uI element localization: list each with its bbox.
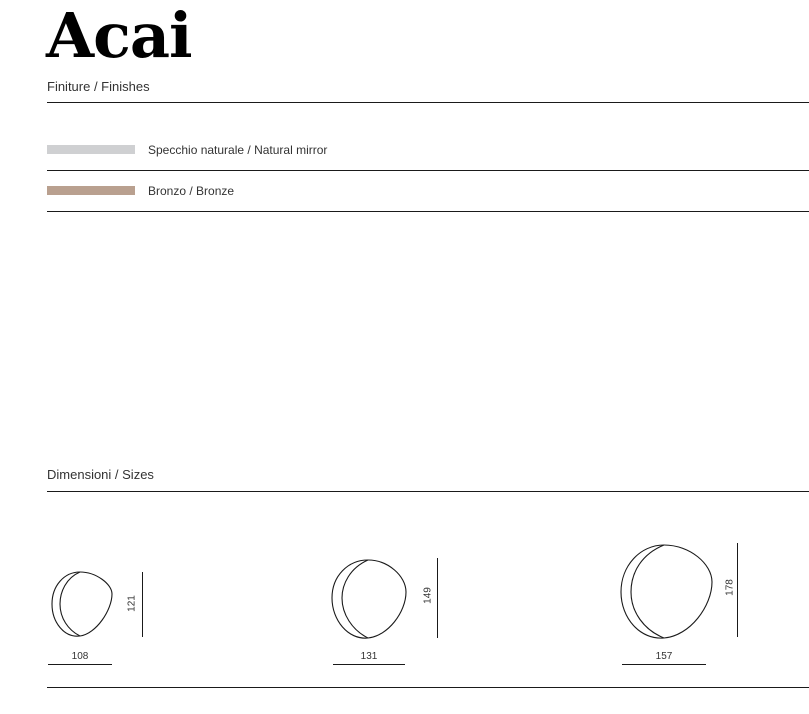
width-value: 108 <box>71 651 89 662</box>
mirror-shape-large <box>620 544 713 639</box>
finish-divider <box>47 211 809 212</box>
sizes-heading: Dimensioni / Sizes <box>47 467 154 482</box>
width-line <box>48 664 112 665</box>
height-value: 178 <box>724 579 736 596</box>
finish-divider <box>47 170 809 171</box>
width-value: 157 <box>655 651 673 662</box>
finishes-heading: Finiture / Finishes <box>47 79 150 94</box>
height-line <box>437 558 438 638</box>
width-value: 131 <box>360 651 378 662</box>
mirror-shape-small <box>51 571 113 637</box>
height-line <box>737 543 738 637</box>
height-value: 121 <box>126 595 138 612</box>
sizes-divider <box>47 491 809 492</box>
height-value: 149 <box>422 587 434 604</box>
height-line <box>142 572 143 637</box>
width-line <box>333 664 405 665</box>
finish-label-natural-mirror: Specchio naturale / Natural mirror <box>148 143 328 157</box>
mirror-shape-medium <box>331 559 407 639</box>
sizes-bottom-divider <box>47 687 809 688</box>
product-title: Acai <box>46 0 193 72</box>
width-line <box>622 664 706 665</box>
swatch-natural-mirror <box>47 145 135 154</box>
finishes-divider <box>47 102 809 103</box>
swatch-bronze <box>47 186 135 195</box>
finish-label-bronze: Bronzo / Bronze <box>148 184 235 198</box>
